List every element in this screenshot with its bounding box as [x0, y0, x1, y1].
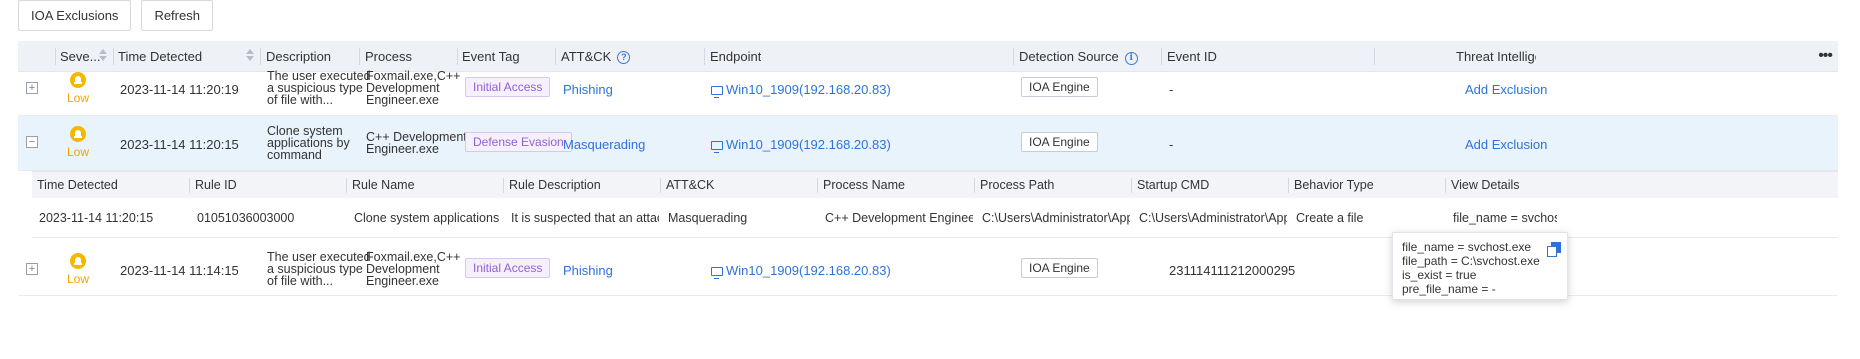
process: C++ Development Engineer.exe — [366, 131, 467, 156]
popover-line: is_exist = true — [1402, 268, 1477, 282]
ioa-exclusions-button[interactable]: IOA Exclusions — [18, 0, 132, 31]
column-divider — [974, 178, 975, 193]
copy-icon[interactable] — [1547, 242, 1561, 257]
collapse-icon[interactable]: − — [26, 136, 38, 148]
description-line: of file with... — [267, 274, 333, 288]
table-row[interactable]: + Low 2023-11-14 11:20:19 The user execu… — [18, 62, 1838, 116]
detail-column-process-path: Process Path — [980, 178, 1055, 192]
endpoint-link[interactable]: Win10_1909(192.168.20.83) — [711, 82, 891, 98]
detail-startup-cmd: C:\Users\Administrator\AppD... — [1139, 211, 1287, 225]
description-line: command — [267, 148, 322, 162]
popover-line: file_name = svchost.exe — [1402, 240, 1532, 254]
detail-column-process-name: Process Name — [823, 178, 905, 192]
severity-indicator: Low — [58, 253, 98, 286]
add-exclusion-link[interactable]: Add Exclusion — [1465, 137, 1547, 152]
detail-subtable: Time Detected Rule ID Rule Name Rule Des… — [18, 171, 1838, 239]
process: Foxmail.exe,C++ Development Engineer.exe — [366, 251, 460, 288]
attck-link[interactable]: Phishing — [563, 263, 613, 278]
detail-rule-id: 01051036003000 — [197, 211, 295, 225]
bell-icon — [70, 253, 86, 269]
detail-process-path: C:\Users\Administrator\AppD... — [982, 211, 1130, 225]
process-line: Engineer.exe — [366, 93, 439, 107]
detail-column-attck: ATT&CK — [666, 178, 715, 192]
event-tag-badge: Defense Evasion — [465, 132, 572, 152]
event-id: 231114111212000295 — [1169, 263, 1296, 278]
column-divider — [1445, 178, 1446, 193]
popover-line: file_path = C:\svchost.exe — [1402, 254, 1540, 268]
attck-link[interactable]: Masquerading — [563, 137, 645, 152]
column-divider — [1288, 178, 1289, 193]
severity-label: Low — [66, 272, 89, 286]
detail-rule-description: It is suspected that an attack... — [511, 211, 659, 225]
time-detected: 2023-11-14 11:20:15 — [120, 137, 239, 152]
process-line: Engineer.exe — [366, 274, 439, 288]
column-divider — [503, 178, 504, 193]
severity-indicator: Low — [58, 126, 98, 159]
description-line: of file with... — [267, 93, 333, 107]
endpoint-label: Win10_1909(192.168.20.83) — [726, 263, 891, 278]
detail-column-time-detected: Time Detected — [37, 178, 118, 192]
vertical-scrollbar[interactable] — [1844, 41, 1858, 359]
description: Clone system applications by command — [267, 125, 350, 162]
process: Foxmail.exe,C++ Development Engineer.exe — [366, 70, 460, 107]
endpoint-label: Win10_1909(192.168.20.83) — [726, 137, 891, 152]
detail-header: Time Detected Rule ID Rule Name Rule Des… — [32, 171, 1838, 198]
popover-line: pre_file_name = - — [1402, 282, 1496, 296]
severity-label: Low — [66, 91, 89, 105]
severity-indicator: Low — [58, 72, 98, 105]
table-row-expanded[interactable]: − Low 2023-11-14 11:20:15 Clone system a… — [18, 116, 1838, 171]
detail-attck-link[interactable]: Masquerading — [668, 198, 816, 238]
detail-column-rule-name: Rule Name — [352, 178, 415, 192]
attck-link[interactable]: Phishing — [563, 82, 613, 97]
column-divider — [189, 178, 190, 193]
detections-table: Seve... Time Detected Description Proces… — [18, 41, 1838, 296]
time-detected: 2023-11-14 11:20:19 — [120, 82, 239, 97]
add-exclusion-link[interactable]: Add Exclusion — [1465, 82, 1547, 97]
detail-column-rule-id: Rule ID — [195, 178, 237, 192]
detection-source-badge: IOA Engine — [1021, 132, 1098, 152]
description: The user executed a suspicious type of f… — [267, 70, 371, 107]
detection-source-badge: IOA Engine — [1021, 77, 1098, 97]
column-divider — [660, 178, 661, 193]
endpoint-link[interactable]: Win10_1909(192.168.20.83) — [711, 137, 891, 153]
process-line: Engineer.exe — [366, 142, 439, 156]
description: The user executed a suspicious type of f… — [267, 251, 371, 288]
detail-column-rule-description: Rule Description — [509, 178, 601, 192]
column-divider — [346, 178, 347, 193]
toolbar: IOA Exclusions Refresh — [18, 0, 213, 32]
detail-rule-name: Clone system applications by... — [354, 211, 502, 225]
detail-column-behavior-type: Behavior Type — [1294, 178, 1374, 192]
bell-icon — [70, 126, 86, 142]
time-detected: 2023-11-14 11:14:15 — [120, 263, 239, 278]
detail-time-detected: 2023-11-14 11:20:15 — [39, 211, 154, 225]
view-details-popover: file_name = svchost.exe file_path = C:\s… — [1392, 232, 1568, 300]
column-divider — [817, 178, 818, 193]
expand-icon[interactable]: + — [26, 263, 38, 275]
detail-column-view-details: View Details — [1451, 178, 1520, 192]
computer-icon — [711, 267, 723, 279]
expand-icon[interactable]: + — [26, 82, 38, 94]
event-tag-badge: Initial Access — [465, 258, 551, 278]
event-id: - — [1169, 82, 1174, 97]
computer-icon — [711, 86, 723, 98]
endpoint-label: Win10_1909(192.168.20.83) — [726, 82, 891, 97]
bell-icon — [70, 72, 86, 88]
detail-column-startup-cmd: Startup CMD — [1137, 178, 1210, 192]
detail-process-name: C++ Development Engineer.exe — [825, 211, 973, 225]
column-divider — [1131, 178, 1132, 193]
refresh-button[interactable]: Refresh — [141, 0, 213, 31]
event-id: - — [1169, 137, 1174, 152]
severity-label: Low — [66, 145, 89, 159]
computer-icon — [711, 141, 723, 153]
detection-source-badge: IOA Engine — [1021, 258, 1098, 278]
endpoint-link[interactable]: Win10_1909(192.168.20.83) — [711, 263, 891, 279]
event-tag-badge: Initial Access — [465, 77, 551, 97]
